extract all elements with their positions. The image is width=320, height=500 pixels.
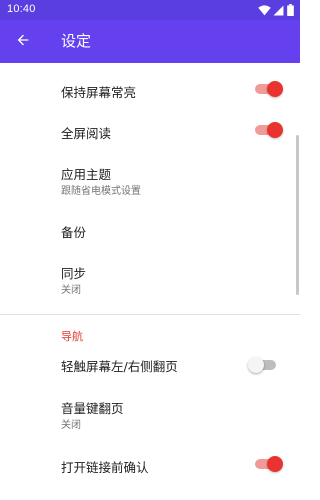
backup-label: 备份 [61, 225, 87, 240]
keep-screen-on-label: 保持屏幕常亮 [61, 85, 137, 100]
volume-flip-summary: 关闭 [61, 420, 81, 431]
confirm-link-item[interactable]: 打开链接前确认 [0, 440, 300, 486]
fullscreen-read-item[interactable]: 全屏阅读 [0, 115, 300, 155]
app-theme-summary: 跟随省电模式设置 [61, 186, 141, 197]
back-button[interactable] [8, 27, 38, 57]
tap-flip-item[interactable]: 轻触屏幕左/右侧翻页 [0, 344, 300, 386]
tap-flip-switch[interactable] [248, 357, 278, 373]
switch-thumb [267, 81, 283, 97]
page-title: 设定 [61, 32, 92, 50]
battery-icon [287, 4, 294, 16]
switch-thumb [248, 357, 264, 373]
fullscreen-read-switch[interactable] [253, 122, 283, 138]
volume-flip-item[interactable]: 音量键翻页 关闭 [0, 386, 300, 440]
status-time: 10:40 [7, 3, 36, 15]
settings-list[interactable]: 保持屏幕常亮 全屏阅读 应用主题 跟随省电模式设置 备份 同步 关闭 导航 轻触… [0, 63, 300, 500]
wifi-icon [258, 4, 271, 16]
app-theme-label: 应用主题 [61, 167, 112, 182]
status-bar: 10:40 [0, 0, 300, 20]
confirm-link-switch[interactable] [253, 456, 283, 472]
keep-screen-on-item[interactable]: 保持屏幕常亮 [0, 63, 300, 115]
app-theme-item[interactable]: 应用主题 跟随省电模式设置 [0, 155, 300, 203]
sync-label: 同步 [61, 266, 87, 281]
signal-icon [273, 5, 284, 16]
switch-thumb [267, 456, 283, 472]
switch-thumb [267, 122, 283, 138]
confirm-link-label: 打开链接前确认 [61, 460, 149, 475]
sync-item[interactable]: 同步 关闭 [0, 255, 300, 307]
tap-flip-label: 轻触屏幕左/右侧翻页 [61, 359, 178, 374]
app-bar: 设定 [0, 20, 300, 63]
scrollbar[interactable] [296, 135, 299, 295]
keep-screen-on-switch[interactable] [253, 81, 283, 97]
navigation-category-label: 导航 [61, 330, 83, 343]
backup-item[interactable]: 备份 [0, 203, 300, 255]
sync-summary: 关闭 [61, 285, 81, 296]
divider [0, 314, 300, 315]
status-icons [258, 4, 294, 16]
fullscreen-read-label: 全屏阅读 [61, 126, 112, 141]
volume-flip-label: 音量键翻页 [61, 401, 124, 416]
arrow-back-icon [15, 32, 31, 52]
